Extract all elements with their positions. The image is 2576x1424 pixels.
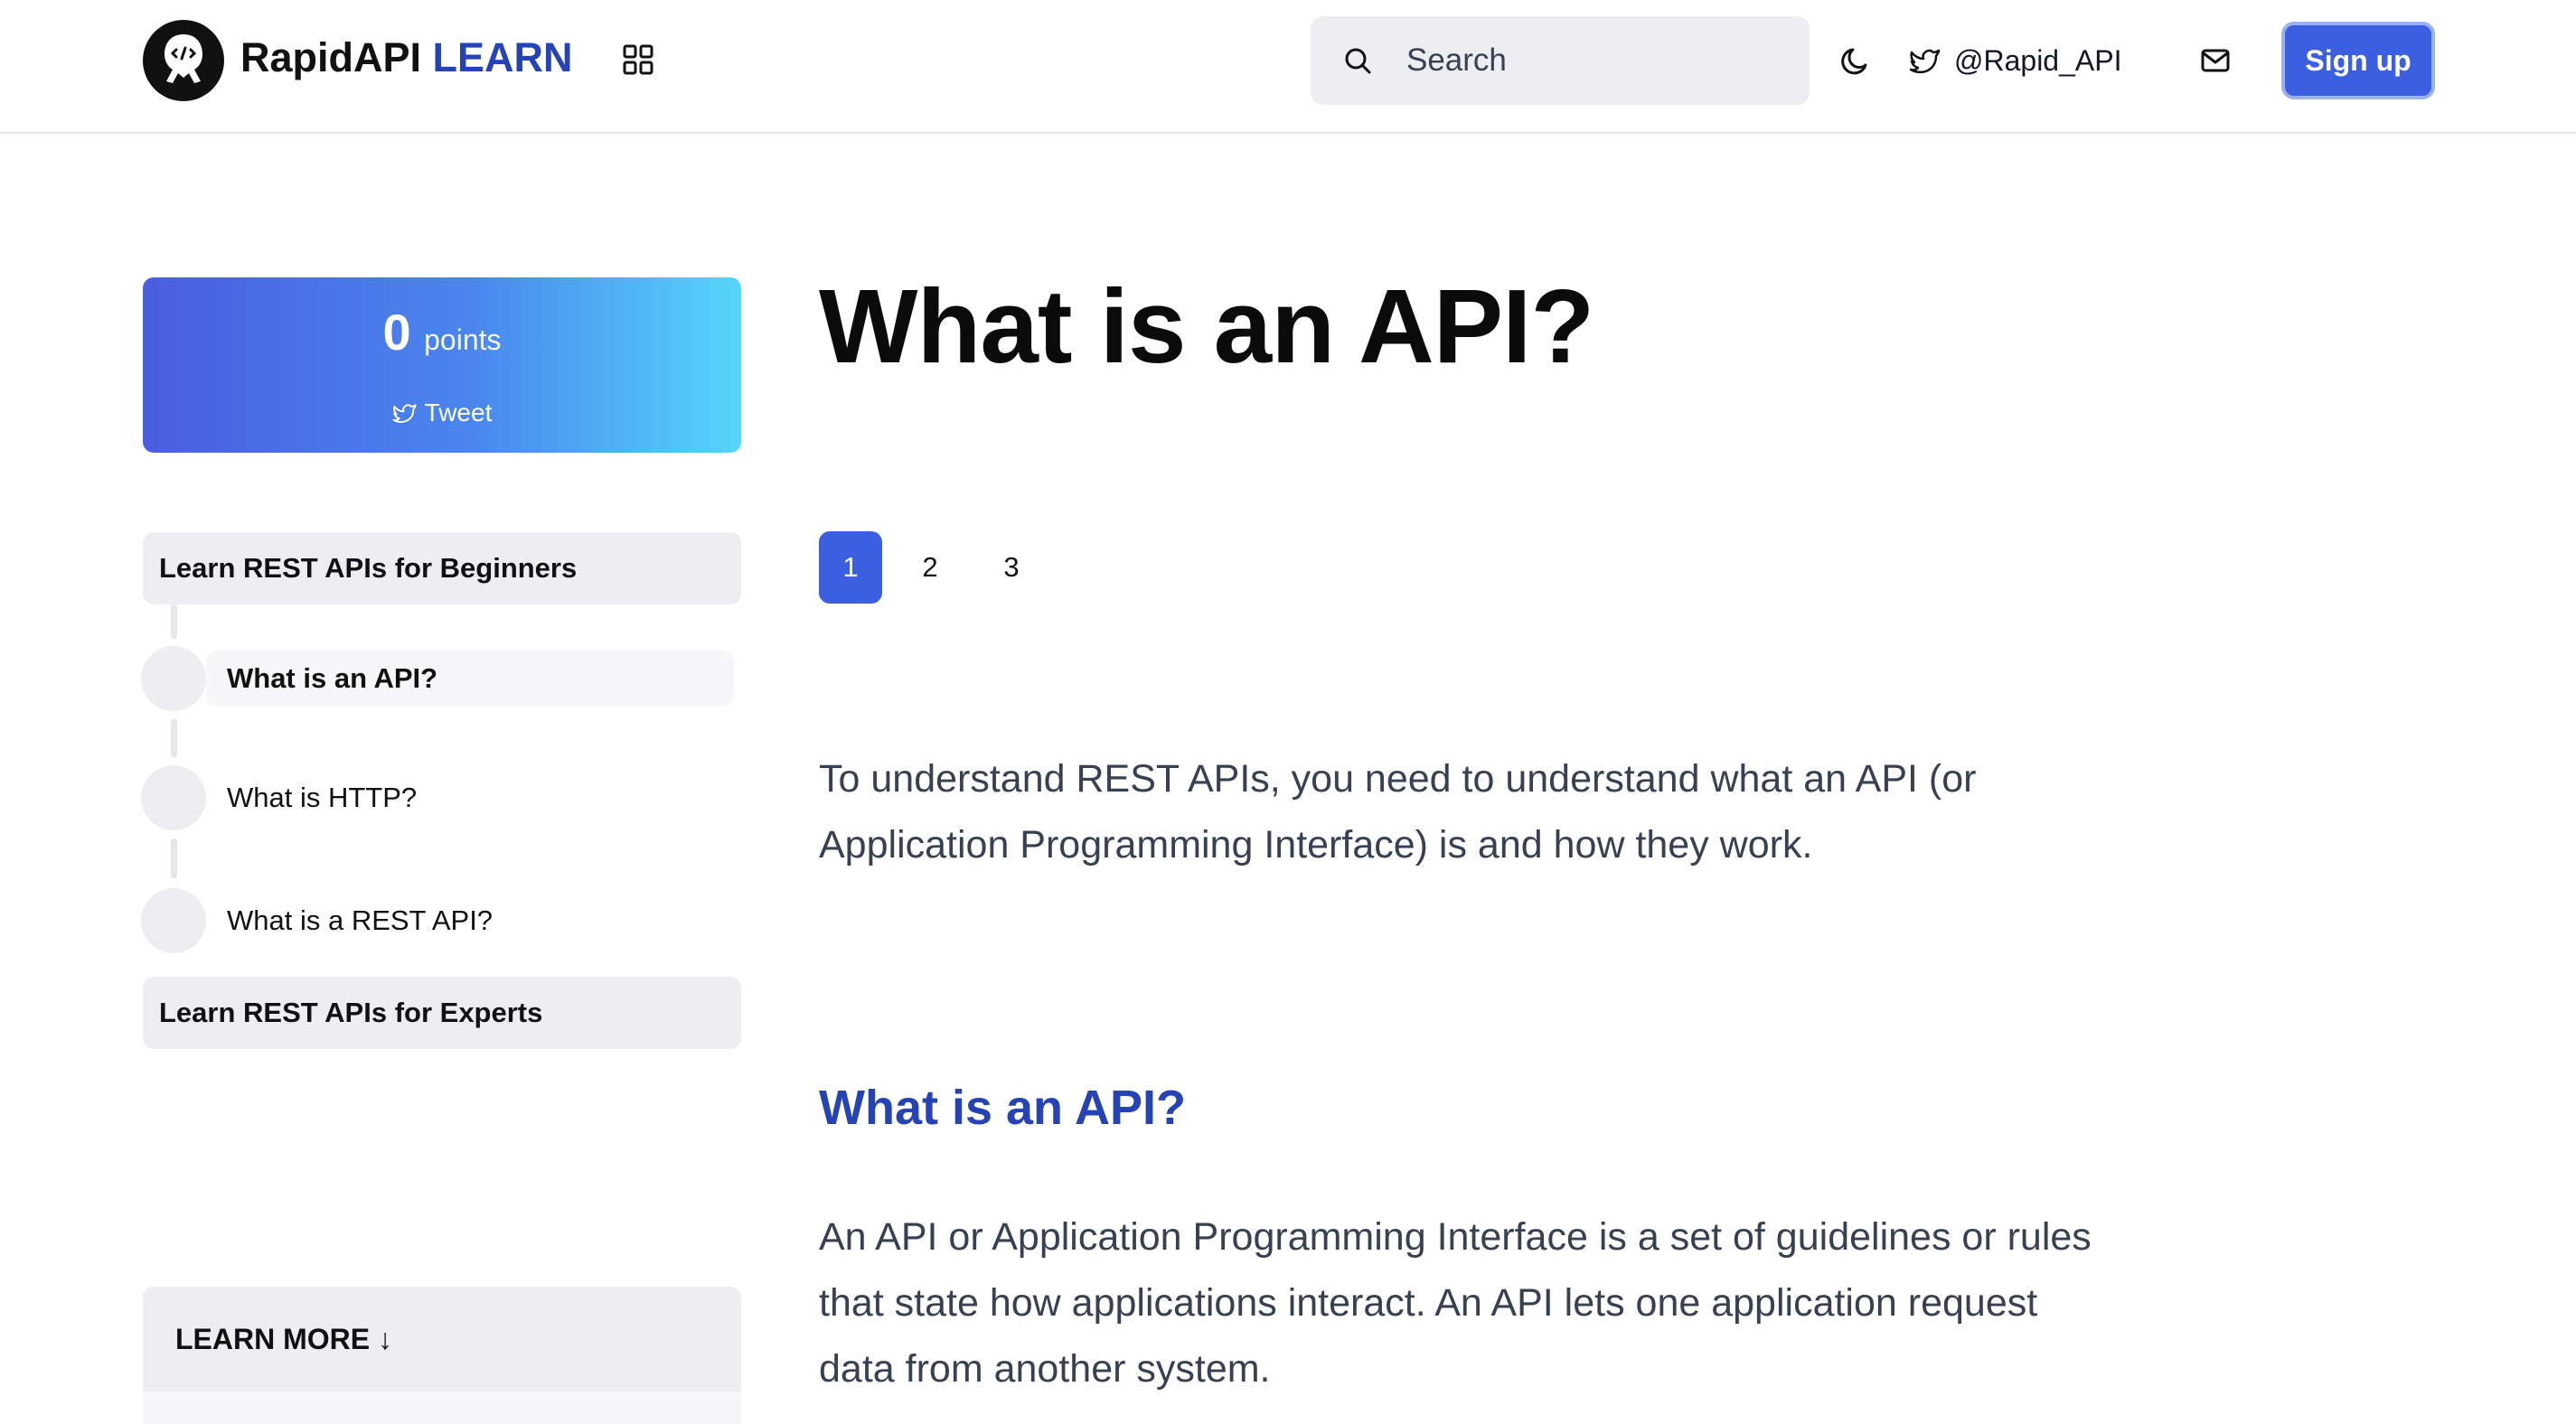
mail-icon[interactable] [2200, 45, 2231, 76]
logo-product: LEARN [432, 34, 573, 80]
tweet-label: Tweet [424, 398, 493, 426]
section-heading: What is an API? [819, 1081, 1187, 1135]
apps-grid-icon[interactable] [622, 43, 654, 76]
twitter-bird-icon [392, 404, 417, 423]
page-button-2[interactable]: 2 [898, 531, 962, 604]
sign-up-button[interactable]: Sign up [2281, 22, 2435, 99]
points-card: 0 points Tweet [143, 277, 741, 453]
page: RapidAPI LEARN Search @Rapid_API Sign up… [0, 0, 2576, 1424]
rapidapi-logo-icon[interactable] [143, 20, 224, 101]
twitter-link[interactable]: @Rapid_API [1909, 36, 2121, 85]
learn-more-panel [143, 1391, 741, 1424]
page-button-3[interactable]: 3 [980, 531, 1043, 604]
page-button-1[interactable]: 1 [819, 531, 882, 604]
section-paragraph: An API or Application Programming Interf… [819, 1215, 2092, 1391]
top-header: RapidAPI LEARN Search @Rapid_API Sign up [0, 0, 2576, 134]
points-label: points [424, 323, 502, 356]
step-what-is-an-api[interactable]: What is an API? [227, 646, 437, 711]
twitter-bird-icon [1909, 49, 1941, 74]
step-indicator [141, 888, 206, 953]
step-connector [171, 838, 177, 878]
search-input[interactable]: Search [1311, 16, 1810, 105]
course-beginners[interactable]: Learn REST APIs for Beginners [143, 532, 741, 604]
step-indicator [141, 646, 206, 711]
logo-wordmark[interactable]: RapidAPI LEARN [240, 31, 573, 85]
learn-more-toggle[interactable]: LEARN MORE ↓ [143, 1287, 741, 1391]
search-placeholder: Search [1406, 42, 1507, 78]
search-icon [1345, 48, 1371, 74]
points-display: 0 points [143, 303, 741, 361]
points-value: 0 [382, 304, 411, 361]
step-connector [171, 604, 177, 639]
step-what-is-http[interactable]: What is HTTP? [227, 765, 417, 830]
tweet-button[interactable]: Tweet [143, 395, 741, 431]
step-indicator [141, 765, 206, 830]
twitter-handle: @Rapid_API [1954, 43, 2122, 77]
step-what-is-a-rest-api[interactable]: What is a REST API? [227, 888, 493, 953]
logo-brand: RapidAPI [240, 34, 422, 80]
intro-paragraph: To understand REST APIs, you need to und… [819, 757, 1977, 867]
page-title: What is an API? [819, 267, 1594, 385]
step-connector [171, 719, 177, 757]
course-experts[interactable]: Learn REST APIs for Experts [143, 977, 741, 1049]
dark-mode-moon-icon[interactable] [1838, 43, 1873, 78]
